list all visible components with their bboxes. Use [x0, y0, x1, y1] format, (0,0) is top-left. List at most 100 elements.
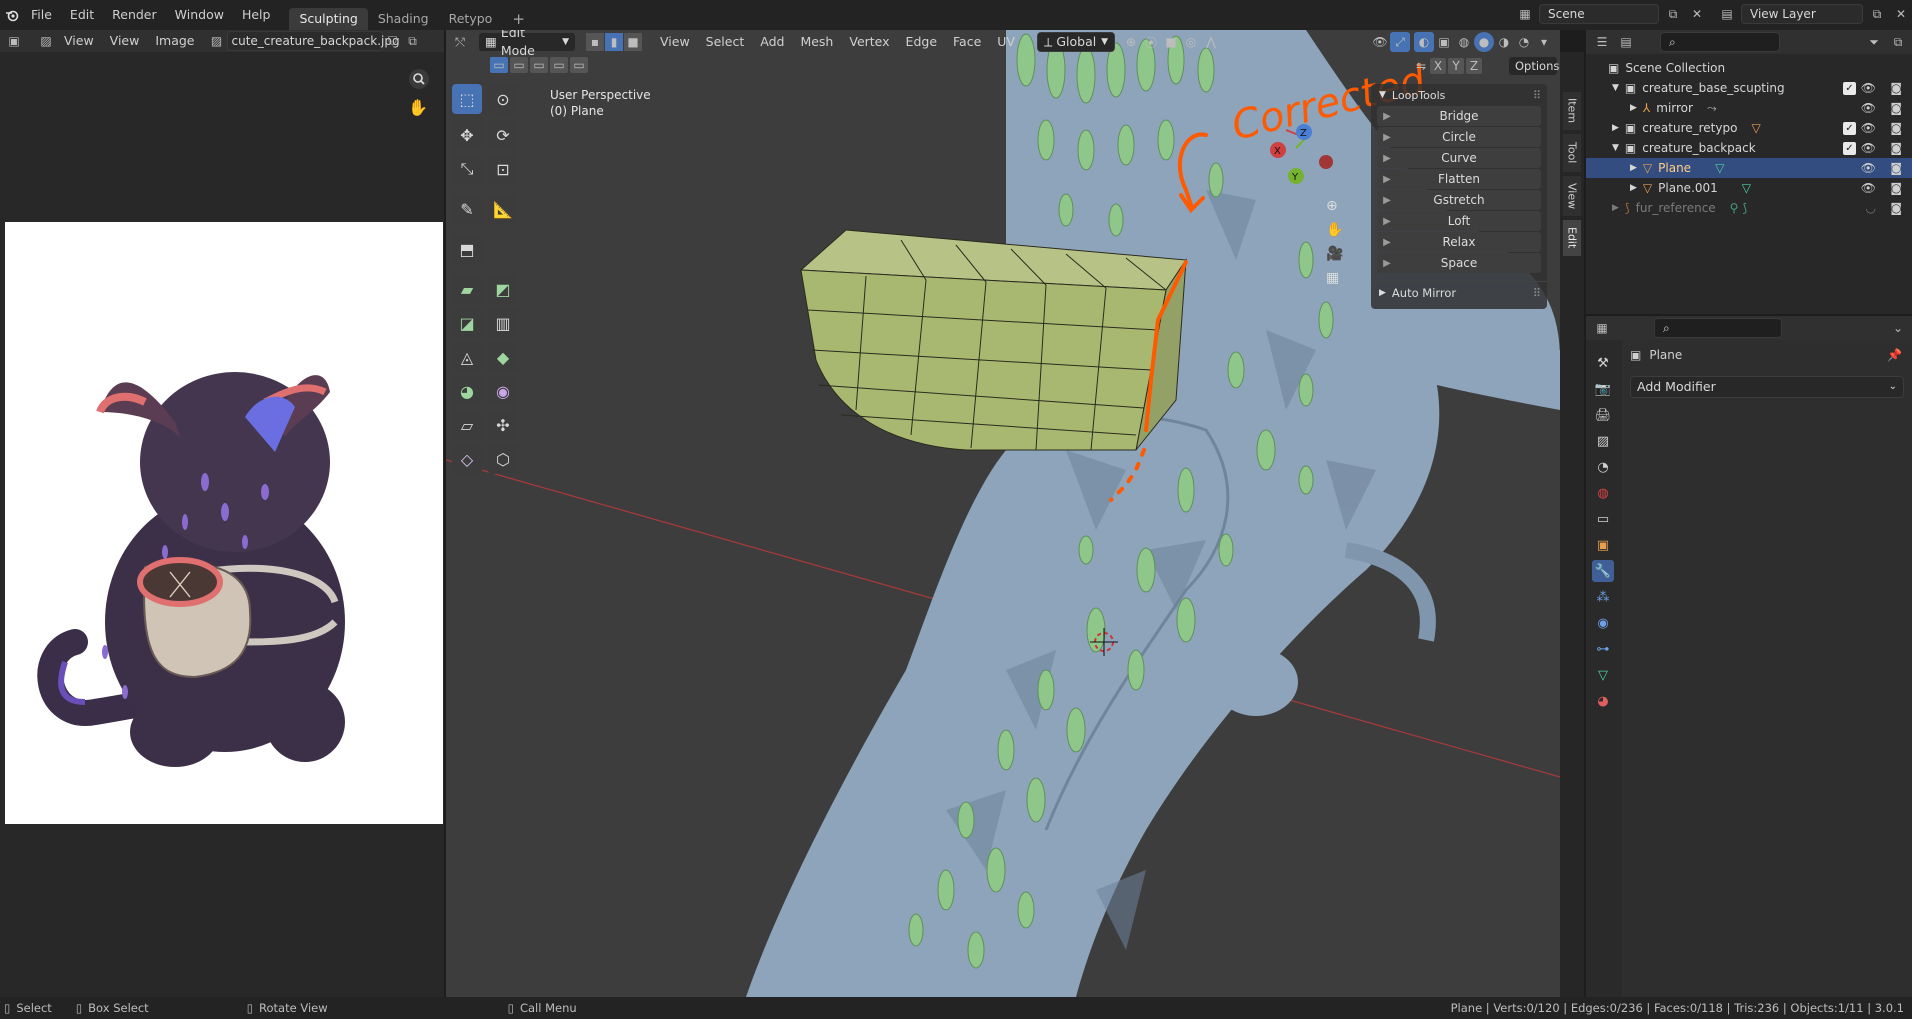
add-workspace-button[interactable]: + — [502, 8, 535, 30]
new-view-layer-icon[interactable]: ⧉ — [1867, 4, 1887, 24]
chevron-right-icon[interactable]: ▶ — [1630, 183, 1637, 193]
object-tab-icon[interactable]: ▣ — [1592, 534, 1614, 556]
eye-icon[interactable]: 👁 — [1861, 121, 1876, 135]
new-scene-icon[interactable]: ⧉ — [1663, 4, 1683, 24]
xray-icon[interactable]: ▣ — [1434, 32, 1454, 52]
drag-handle-icon[interactable]: ⠿ — [1533, 89, 1541, 102]
rendered-shading-icon[interactable]: ◔ — [1514, 32, 1534, 52]
mirror-icon[interactable]: ⇋ — [1414, 56, 1428, 76]
outliner-row[interactable]: ▼ ▣ creature_backpack ✓ 👁 ◙ — [1586, 138, 1912, 158]
cursor-tool[interactable]: ⊙ — [488, 84, 518, 114]
chevron-right-icon[interactable]: ▶ — [1630, 163, 1637, 173]
navigation-gizmo[interactable]: Z Y X — [1266, 90, 1366, 190]
modifier-tab-icon[interactable]: 🔧 — [1592, 560, 1614, 582]
viewport-menu-edge[interactable]: Edge — [898, 31, 945, 53]
viewport-menu-face[interactable]: Face — [945, 31, 989, 53]
image-name-field[interactable]: cute_creature_backpack.jpg — [226, 31, 400, 51]
camera-icon[interactable]: ◙ — [1890, 121, 1902, 135]
drag-handle-icon[interactable]: ⠿ — [1533, 286, 1541, 300]
world-tab-icon[interactable]: ◍ — [1592, 482, 1614, 504]
viewport-menu-vertex[interactable]: Vertex — [841, 31, 897, 53]
tab-view[interactable]: View — [1563, 176, 1581, 216]
bevel-tool[interactable]: ◪ — [452, 308, 482, 338]
delete-scene-icon[interactable]: ✕ — [1687, 4, 1707, 24]
camera-icon[interactable]: ◙ — [1890, 181, 1902, 195]
constraints-tab-icon[interactable]: ⊶ — [1592, 638, 1614, 660]
outliner-row[interactable]: ▶ ▣ creature_retypo ▽ ✓ 👁 ◙ — [1586, 118, 1912, 138]
properties-editor-type-icon[interactable]: ▦ — [1592, 318, 1612, 338]
shear-tool[interactable]: ◇ — [452, 444, 482, 474]
new-collection-icon[interactable]: ⧉ — [1888, 32, 1908, 52]
physics-tab-icon[interactable]: ◉ — [1592, 612, 1614, 634]
pan-hand-icon[interactable]: ✋ — [408, 98, 428, 117]
tool-settings-tab-icon[interactable]: ⚒ — [1592, 352, 1614, 374]
spin-tool[interactable]: ◕ — [452, 376, 482, 406]
poly-build-tool[interactable]: ◆ — [488, 342, 518, 372]
select-set-icon[interactable]: ▭ — [490, 57, 508, 73]
menu-edit[interactable]: Edit — [61, 0, 103, 30]
looptools-header[interactable]: ▼ LoopTools ⠿ — [1371, 84, 1547, 106]
scene-collection-row[interactable]: ▣ Scene Collection — [1586, 58, 1912, 78]
menu-render[interactable]: Render — [103, 0, 166, 30]
editor-type-icon[interactable]: ▣ — [4, 31, 24, 51]
mode-dropdown[interactable]: ▦ Edit Mode ▼ — [478, 30, 576, 58]
viewport-menu-view[interactable]: View — [652, 31, 698, 53]
image-browse-icon[interactable]: ▨ — [207, 31, 227, 51]
select-box-tool[interactable]: ⬚ — [452, 84, 482, 114]
tab-shading[interactable]: Shading — [368, 8, 439, 30]
tab-edit[interactable]: Edit — [1563, 220, 1581, 256]
properties-search-input[interactable]: ⌕ — [1654, 318, 1782, 338]
loop-cut-tool[interactable]: ▥ — [488, 308, 518, 338]
scene-icon[interactable]: ▦ — [1515, 4, 1535, 24]
looptools-curve[interactable]: ▶ Curve — [1377, 148, 1541, 168]
tab-retypo[interactable]: Retypo — [439, 8, 503, 30]
select-extend-icon[interactable]: ▭ — [510, 57, 528, 73]
delete-view-layer-icon[interactable]: ✕ — [1891, 4, 1911, 24]
scene-field[interactable]: Scene — [1539, 4, 1659, 24]
tab-tool[interactable]: Tool — [1563, 134, 1581, 172]
image-menu-view[interactable]: View — [102, 30, 148, 52]
face-select-icon[interactable]: ■ — [624, 33, 642, 51]
tab-sculpting[interactable]: Sculpting — [289, 8, 368, 30]
ortho-toggle-icon[interactable]: ▦ — [1326, 270, 1343, 286]
move-tool[interactable]: ✥ — [452, 120, 482, 150]
chevron-down-icon[interactable]: ⌄ — [1888, 318, 1908, 338]
select-subtract-icon[interactable]: ▭ — [530, 57, 548, 73]
wireframe-shading-icon[interactable]: ◍ — [1454, 32, 1474, 52]
outliner-row-selected[interactable]: ▶ ▽ Plane ▽ 👁 ◙ — [1586, 158, 1912, 178]
outliner-row[interactable]: ▼ ▣ creature_base_scupting ✓ 👁 ◙ — [1586, 78, 1912, 98]
collection-tab-icon[interactable]: ▭ — [1592, 508, 1614, 530]
pivot-icon[interactable]: ⊕ — [1121, 32, 1141, 52]
outliner-row[interactable]: ▶ ▽ Plane.001 ▽ 👁 ◙ — [1586, 178, 1912, 198]
outliner-search-input[interactable]: ⌕ — [1660, 32, 1780, 52]
scene-tab-icon[interactable]: ◔ — [1592, 456, 1614, 478]
axis-x-toggle[interactable]: X — [1430, 58, 1446, 74]
smooth-tool[interactable]: ◉ — [488, 376, 518, 406]
image-menu-image[interactable]: Image — [147, 30, 202, 52]
exclude-checkbox[interactable]: ✓ — [1843, 121, 1856, 135]
looptools-flatten[interactable]: ▶ Flatten — [1377, 169, 1541, 189]
snap-icon[interactable]: ⦿ — [1141, 32, 1161, 52]
view-layer-icon[interactable]: ▤ — [1717, 4, 1737, 24]
viewport-menu-uv[interactable]: UV — [989, 31, 1023, 53]
material-shading-icon[interactable]: ◑ — [1494, 32, 1514, 52]
extrude-tool[interactable]: ▰ — [452, 274, 482, 304]
menu-window[interactable]: Window — [166, 0, 233, 30]
viewport-menu-select[interactable]: Select — [698, 31, 753, 53]
new-image-icon[interactable]: ⧉ — [403, 31, 423, 51]
auto-mirror-header[interactable]: ▶ Auto Mirror ⠿ — [1371, 281, 1547, 303]
options-dropdown[interactable]: Options — [1508, 56, 1559, 76]
particles-tab-icon[interactable]: ⁂ — [1592, 586, 1614, 608]
view-layer-field[interactable]: View Layer — [1741, 4, 1863, 24]
eye-closed-icon[interactable]: ◡ — [1866, 201, 1876, 215]
menu-file[interactable]: File — [22, 0, 61, 30]
filter-icon[interactable]: ⏷ — [1864, 32, 1884, 52]
looptools-relax[interactable]: ▶ Relax — [1377, 232, 1541, 252]
eye-icon[interactable]: 👁 — [1861, 141, 1876, 155]
measure-tool[interactable]: 📐 — [488, 194, 518, 224]
tab-item[interactable]: Item — [1563, 92, 1581, 130]
mesh-data-tab-icon[interactable]: ▽ — [1592, 664, 1614, 686]
proportional-edit-icon[interactable]: ◎ — [1181, 32, 1201, 52]
rip-tool[interactable]: ⬡ — [488, 444, 518, 474]
pin-icon[interactable]: 📌 — [1887, 348, 1902, 362]
